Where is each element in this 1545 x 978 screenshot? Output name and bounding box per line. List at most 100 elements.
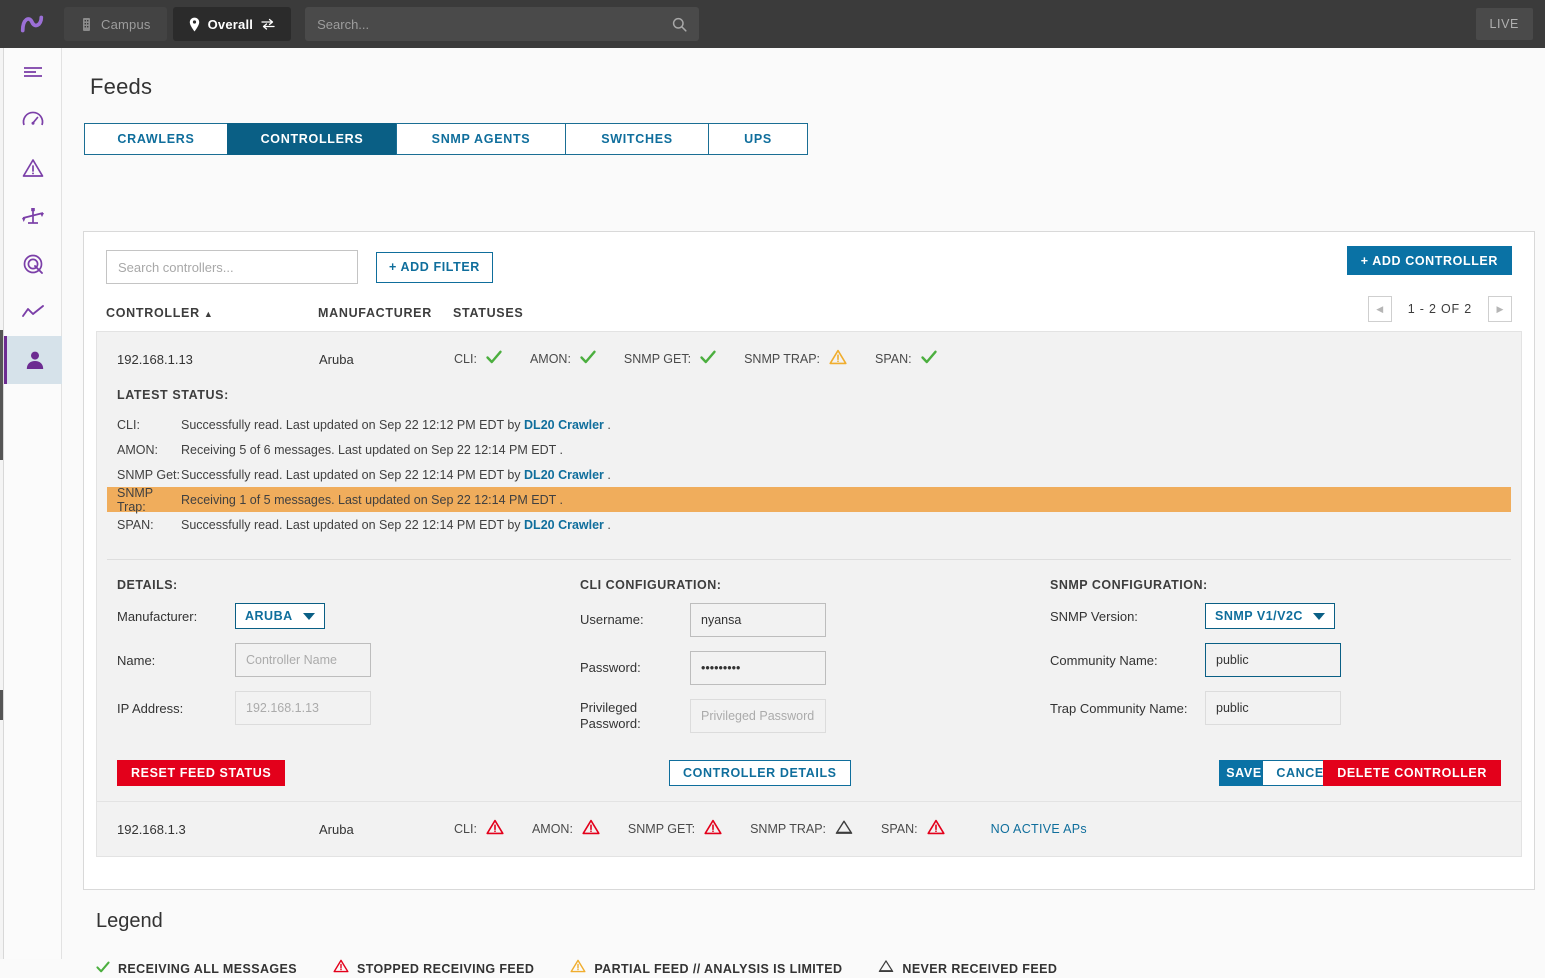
manufacturer-dropdown-value: ARUBA (245, 609, 293, 623)
add-filter-button[interactable]: + ADD FILTER (376, 251, 493, 283)
sidebar (4, 48, 62, 959)
legend-title: Legend (96, 910, 163, 932)
latest-status-snmp-trap: SNMP Trap: Receiving 1 of 5 messages. La… (107, 486, 1511, 514)
cli-privileged-password-label: Privileged Password: (580, 699, 641, 731)
field-snmp-version: SNMP Version: SNMP V1/V2C (1050, 603, 1500, 629)
latest-status-list: CLI: Successfully read. Last updated on … (107, 412, 1511, 537)
swap-arrows-icon[interactable] (261, 18, 275, 30)
field-trap-community-name: Trap Community Name: (1050, 691, 1500, 725)
field-cli-username: Username: (580, 603, 1050, 637)
trap-community-name-label: Trap Community Name: (1050, 700, 1188, 716)
location-pin-icon (189, 17, 200, 32)
cli-privileged-password-input[interactable] (690, 699, 826, 733)
app-logo[interactable] (0, 0, 64, 48)
legend-label-partial: PARTIAL FEED // ANALYSIS IS LIMITED (594, 961, 843, 976)
dl20-crawler-link[interactable]: DL20 Crawler (524, 418, 604, 432)
column-header-controller[interactable]: CONTROLLER ▲ (106, 306, 318, 320)
tab-switches[interactable]: SWITCHES (565, 123, 709, 155)
status-amon: AMON: (532, 819, 600, 840)
chevron-down-icon (302, 612, 315, 620)
row-summary-192-168-1-13[interactable]: 192.168.1.13 Aruba CLI: AMON: SNMP GET: … (97, 332, 1521, 386)
row-statuses: CLI: AMON: SNMP GET: (454, 819, 1087, 840)
cli-configuration-title: CLI CONFIGURATION: (580, 578, 722, 592)
field-ip-address: IP Address: (117, 691, 580, 725)
controller-details-button[interactable]: CONTROLLER DETAILS (669, 760, 851, 786)
search-icon[interactable] (672, 17, 699, 32)
status-span: SPAN: (881, 819, 945, 840)
building-icon (80, 17, 93, 32)
latest-status-snmp-get: SNMP Get: Successfully read. Last update… (107, 462, 1511, 487)
row-summary-192-168-1-3[interactable]: 192.168.1.3 Aruba CLI: AMON: SNMP GET: S… (97, 802, 1521, 856)
warning-triangle-red-icon (704, 819, 722, 840)
latest-status-snmp-get-value: Successfully read. Last updated on Sep 2… (181, 468, 611, 482)
dl20-crawler-link[interactable]: DL20 Crawler (524, 468, 604, 482)
trap-community-name-input[interactable] (1205, 691, 1341, 725)
status-snmp-get-label: SNMP GET: (623, 352, 692, 366)
sidebar-item-trends[interactable] (4, 288, 62, 336)
field-cli-password: Password: (580, 651, 1050, 685)
status-snmp-get: SNMP GET: (628, 819, 722, 840)
dl20-crawler-link[interactable]: DL20 Crawler (524, 518, 604, 532)
campus-selector[interactable]: Campus (64, 7, 167, 41)
tab-controllers[interactable]: CONTROLLERS (227, 123, 397, 155)
sidebar-item-admin[interactable] (4, 336, 62, 384)
delete-controller-button[interactable]: DELETE CONTROLLER (1323, 760, 1501, 786)
pagination-prev-button[interactable]: ◀ (1367, 296, 1392, 322)
table-row[interactable]: 192.168.1.3 Aruba CLI: AMON: SNMP GET: S… (96, 801, 1522, 857)
sidebar-item-balance[interactable] (4, 192, 62, 240)
latest-status-span-value: Successfully read. Last updated on Sep 2… (181, 518, 611, 532)
snmp-configuration-column: SNMP CONFIGURATION: SNMP Version: SNMP V… (1050, 578, 1500, 747)
tab-crawlers[interactable]: CRAWLERS (84, 123, 228, 155)
manufacturer-label: Manufacturer: (117, 608, 198, 624)
ip-address-input[interactable] (235, 691, 371, 725)
no-active-aps-note: NO ACTIVE APs (990, 822, 1087, 836)
reset-feed-status-button[interactable]: RESET FEED STATUS (117, 760, 286, 786)
controller-name-input[interactable] (235, 643, 371, 677)
row-statuses: CLI: AMON: SNMP GET: (454, 349, 965, 370)
row-manufacturer: Aruba (319, 351, 354, 367)
check-ok-icon (920, 350, 937, 369)
overall-selector[interactable]: Overall (172, 7, 292, 41)
hamburger-menu-icon (22, 64, 44, 80)
sidebar-item-dashboard[interactable] (4, 96, 62, 144)
edge-artifact-upper (0, 330, 3, 460)
warning-triangle-dark-icon (878, 959, 894, 978)
status-cli-label: CLI: (454, 352, 477, 366)
ls-get-text-after: . (603, 467, 611, 482)
snmp-version-dropdown[interactable]: SNMP V1/V2C (1205, 603, 1335, 629)
status-amon-label: AMON: (531, 822, 573, 836)
tab-snmp-agents[interactable]: SNMP AGENTS (396, 123, 566, 155)
manufacturer-dropdown[interactable]: ARUBA (235, 603, 325, 629)
column-header-statuses[interactable]: STATUSES (453, 306, 523, 320)
column-header-manufacturer[interactable]: MANUFACTURER (318, 306, 453, 320)
sidebar-item-menu[interactable] (4, 48, 62, 96)
status-cli: CLI: (454, 819, 504, 840)
main-content: Feeds CRAWLERS CONTROLLERS SNMP AGENTS S… (62, 48, 1545, 976)
gauge-icon (22, 110, 44, 130)
community-name-label: Community Name: (1050, 652, 1158, 668)
global-search[interactable] (305, 7, 700, 41)
status-cli: CLI: (454, 350, 502, 369)
tab-ups[interactable]: UPS (708, 123, 808, 155)
add-controller-button[interactable]: + ADD CONTROLLER (1346, 246, 1512, 275)
check-ok-icon (700, 350, 716, 369)
warning-triangle-red-icon (333, 959, 349, 978)
page-title: Feeds (90, 74, 153, 99)
search-controllers-input[interactable] (106, 250, 358, 284)
sort-ascending-icon: ▲ (203, 309, 214, 319)
chevron-right-icon: ▶ (1496, 303, 1504, 314)
cli-password-input[interactable] (690, 651, 826, 685)
edge-artifact-lower (0, 690, 3, 720)
cli-username-input[interactable] (690, 603, 826, 637)
community-name-input[interactable] (1205, 643, 1341, 677)
feed-type-tabs: CRAWLERS CONTROLLERS SNMP AGENTS SWITCHE… (84, 123, 1545, 155)
chevron-left-icon: ◀ (1376, 303, 1384, 314)
latest-status-amon-value: Receiving 5 of 6 messages. Last updated … (181, 442, 563, 457)
global-search-input[interactable] (305, 16, 673, 32)
pagination-next-button[interactable]: ▶ (1488, 296, 1512, 322)
latest-status-span: SPAN: Successfully read. Last updated on… (107, 512, 1511, 537)
sidebar-item-radar[interactable] (4, 240, 62, 288)
status-snmp-trap: SNMP TRAP: (750, 819, 853, 840)
sidebar-item-alerts[interactable] (4, 144, 62, 192)
live-indicator[interactable]: LIVE (1475, 8, 1533, 40)
